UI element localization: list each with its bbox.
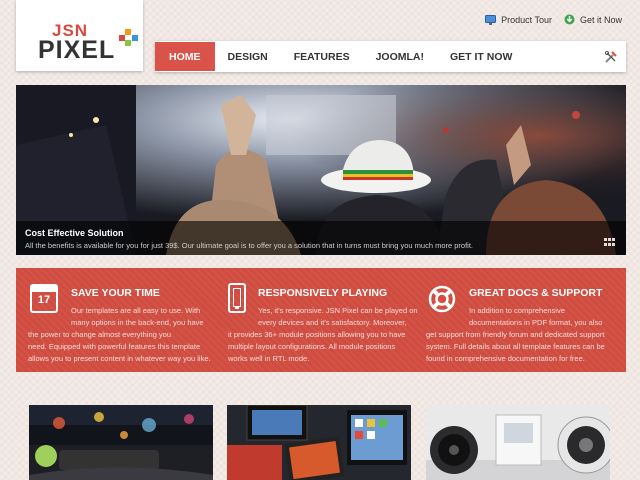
logo-pixel-green [125, 40, 131, 46]
feature-line: Yes, it's responsive. JSN Pixel can be p… [258, 306, 418, 315]
slide-caption: Cost Effective Solution All the benefits… [16, 221, 626, 255]
slide-grid-icon[interactable] [604, 238, 616, 246]
logo-text-pixel: PIXEL [38, 36, 116, 64]
thumbnail-tablets[interactable] [227, 405, 411, 480]
feature-line: get support from friendly forum and dedi… [426, 330, 605, 339]
logo-pixel-blue [132, 35, 138, 41]
product-tour-label: Product Tour [501, 14, 552, 25]
features-band: 17 SAVE YOUR TIME Our templates are all … [16, 268, 626, 372]
feature-line: many options in the back-end, you have [71, 318, 204, 327]
hero-slider[interactable]: Cost Effective Solution All the benefits… [16, 85, 626, 255]
feature-line: found in comprehensive documentation for… [426, 354, 585, 363]
feature-line: allows you to present content in whateve… [28, 354, 211, 363]
feature-line: multiple layout configurations. All modu… [228, 342, 396, 351]
feature-line: it provides 36+ module positions allowin… [228, 330, 406, 339]
nav-item-get-it-now[interactable]: GET IT NOW [437, 41, 525, 72]
nav-item-features[interactable]: FEATURES [281, 41, 363, 72]
thumbnail-speakers[interactable] [426, 405, 610, 480]
feature-title: GREAT DOCS & SUPPORT [469, 287, 603, 299]
product-tour-link[interactable]: Product Tour [485, 14, 552, 25]
site-logo[interactable]: JSN PIXEL [16, 0, 143, 71]
feature-line: need. Equipped with powerful features th… [28, 342, 201, 351]
feature-line: the power to change almost everything yo… [28, 330, 172, 339]
main-nav: HOME DESIGN FEATURES JOOMLA! GET IT NOW [155, 41, 626, 72]
feature-responsive: RESPONSIVELY PLAYING Yes, it's responsiv… [226, 268, 426, 372]
tools-icon[interactable] [596, 41, 626, 72]
feature-line: documentations in PDF format, you also [469, 318, 603, 327]
download-icon [564, 14, 575, 25]
slide-caption-text: All the benefits is available for you fo… [25, 241, 474, 250]
nav-item-joomla[interactable]: JOOMLA! [363, 41, 437, 72]
nav-item-design[interactable]: DESIGN [215, 41, 281, 72]
feature-line: In addition to comprehensive [469, 306, 565, 315]
feature-line: every devices and it's satisfactory. Mor… [258, 318, 407, 327]
phone-icon [228, 283, 246, 313]
logo-pixel-orange [125, 29, 131, 35]
feature-title: SAVE YOUR TIME [71, 287, 160, 299]
nav-item-home[interactable]: HOME [155, 42, 215, 71]
top-links: Product Tour Get it Now [485, 14, 622, 25]
get-it-now-label: Get it Now [579, 14, 622, 25]
slide-caption-title: Cost Effective Solution [25, 228, 124, 238]
feature-line: system. Full details about all template … [426, 342, 605, 351]
lifebuoy-icon [428, 285, 456, 318]
monitor-icon [485, 14, 497, 25]
calendar-icon: 17 [30, 284, 58, 313]
feature-save-time: 17 SAVE YOUR TIME Our templates are all … [16, 268, 226, 372]
feature-line: works well in RTL mode. [228, 354, 310, 363]
thumbnail-city-night[interactable] [29, 405, 213, 480]
feature-title: RESPONSIVELY PLAYING [258, 287, 388, 299]
feature-line: Our templates are all easy to use. With [71, 306, 201, 315]
feature-docs-support: GREAT DOCS & SUPPORT In addition to comp… [426, 268, 626, 372]
get-it-now-link[interactable]: Get it Now [564, 14, 622, 25]
logo-pixel-red [119, 35, 125, 41]
